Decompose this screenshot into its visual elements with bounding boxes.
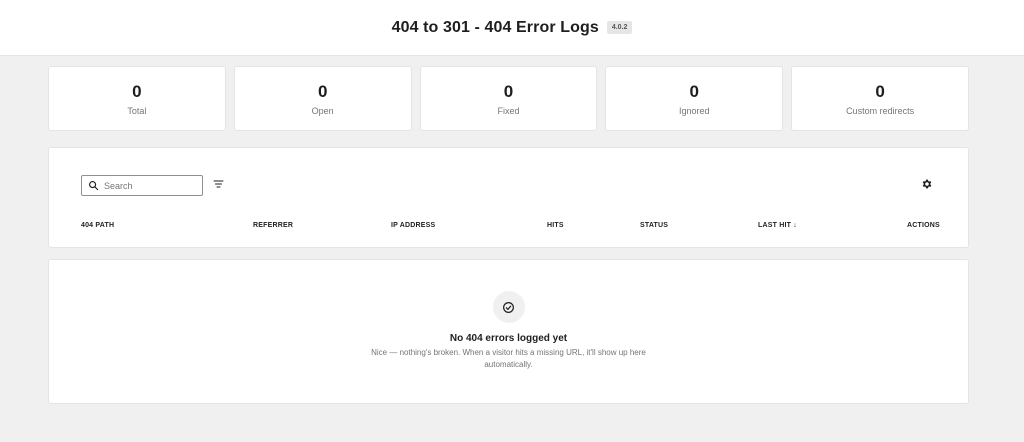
stat-label: Open: [311, 105, 334, 116]
table-header-row: 404 PATH REFERRER IP ADDRESS HITS STATUS…: [49, 222, 968, 236]
column-header-404-path[interactable]: 404 PATH: [81, 222, 114, 229]
page-title: 404 to 301 - 404 Error Logs: [391, 18, 599, 36]
filter-button[interactable]: [211, 177, 225, 191]
stat-card-fixed: 0 Fixed: [419, 66, 598, 131]
column-header-ip-address[interactable]: IP ADDRESS: [391, 222, 435, 229]
stat-card-open: 0 Open: [233, 66, 412, 131]
empty-state: No 404 errors logged yet Nice — nothing'…: [48, 259, 969, 404]
stat-value: 0: [317, 81, 328, 101]
stat-label: Fixed: [497, 105, 520, 116]
empty-state-description: Nice — nothing's broken. When a visitor …: [371, 348, 646, 369]
column-header-actions: ACTIONS: [907, 222, 940, 229]
column-header-status[interactable]: STATUS: [640, 222, 668, 229]
column-header-last-hit[interactable]: LAST HIT ↓: [758, 222, 797, 229]
stat-label: Custom redirects: [846, 105, 915, 116]
search-input[interactable]: [104, 180, 194, 191]
stat-value: 0: [132, 81, 142, 101]
filter-icon: [213, 179, 224, 189]
check-circle-icon: [502, 301, 515, 314]
column-header-referrer[interactable]: REFERRER: [253, 222, 293, 229]
stat-label: Total: [127, 105, 147, 116]
empty-state-title: No 404 errors logged yet: [449, 333, 568, 344]
gear-icon: [921, 178, 933, 190]
search-box[interactable]: [81, 175, 203, 196]
version-badge: 4.0.2: [606, 21, 633, 34]
stat-label: Ignored: [679, 105, 710, 116]
stat-card-custom-redirects: 0 Custom redirects: [791, 66, 969, 131]
logs-table-panel: 404 PATH REFERRER IP ADDRESS HITS STATUS…: [48, 147, 969, 248]
empty-state-icon-wrapper: [492, 291, 525, 323]
stat-value: 0: [689, 81, 700, 101]
stat-card-total: 0 Total: [48, 66, 226, 131]
page-header: 404 to 301 - 404 Error Logs 4.0.2: [0, 0, 1024, 56]
settings-button[interactable]: [919, 176, 935, 192]
stat-value: 0: [875, 81, 885, 101]
stat-card-ignored: 0 Ignored: [605, 66, 784, 131]
stat-value: 0: [503, 81, 514, 101]
column-header-hits[interactable]: HITS: [547, 222, 564, 229]
stats-row: 0 Total 0 Open 0 Fixed 0 Ignored 0 Custo…: [48, 66, 969, 131]
search-icon: [88, 180, 99, 191]
